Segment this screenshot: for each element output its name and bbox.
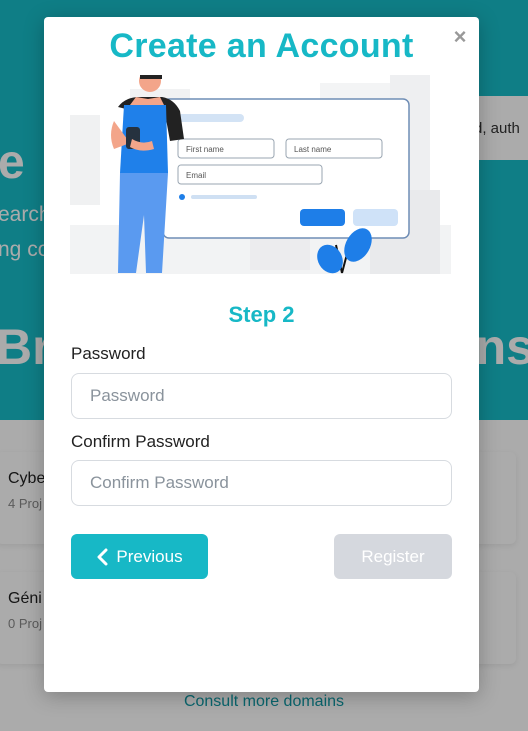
previous-button-label: Previous [116, 546, 183, 566]
previous-button[interactable]: Previous [71, 534, 208, 579]
confirm-password-label: Confirm Password [71, 432, 210, 451]
modal-title: Create an Account [109, 27, 414, 65]
signup-illustration: First name Last name Email [70, 75, 451, 274]
step-title: Step 2 [228, 302, 295, 327]
illus-email: Email [186, 171, 206, 180]
confirm-password-input[interactable] [71, 460, 452, 506]
illustration-graphic: First name Last name Email [70, 75, 451, 274]
chevron-left-icon [97, 548, 108, 565]
password-label: Password [71, 344, 146, 363]
close-icon[interactable]: × [449, 26, 471, 48]
illus-last-name: Last name [294, 145, 332, 154]
register-button[interactable]: Register [334, 534, 452, 579]
illus-first-name: First name [186, 145, 224, 154]
password-input[interactable] [71, 373, 452, 419]
create-account-modal: Create an Account × First name Last name… [44, 17, 479, 692]
